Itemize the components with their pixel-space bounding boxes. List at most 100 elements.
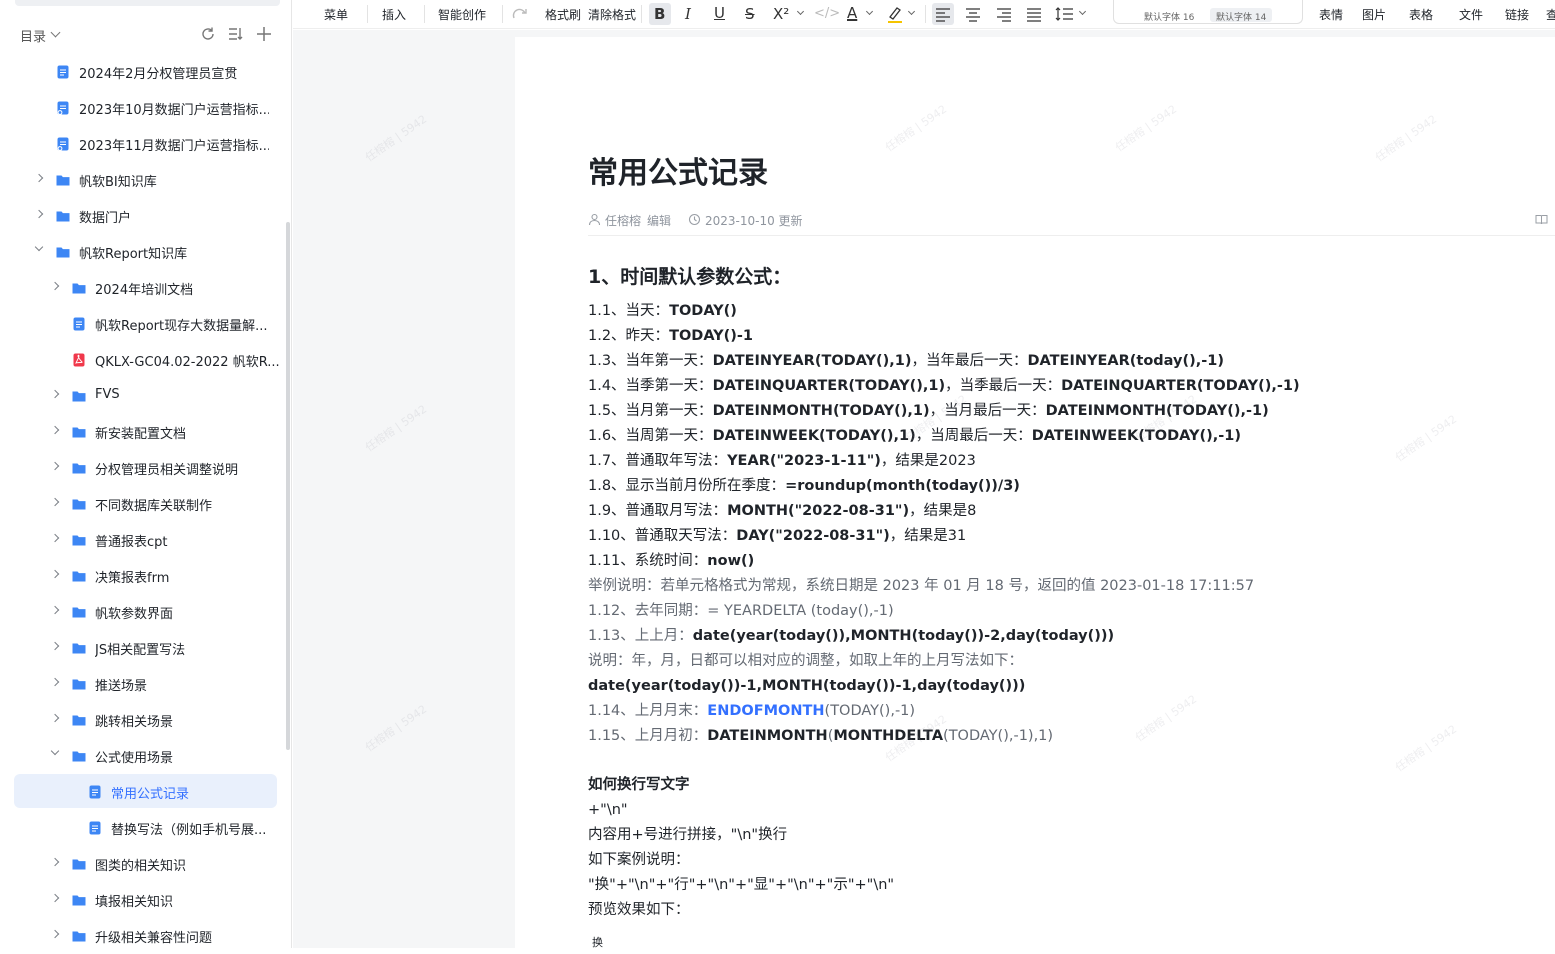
page-title[interactable]: 常用公式记录: [588, 148, 768, 192]
toc-title[interactable]: 目录: [20, 26, 46, 45]
emoji-button[interactable]: 表情: [1319, 6, 1343, 23]
table-button[interactable]: 表格: [1409, 6, 1433, 23]
tree-item[interactable]: 数据门户: [14, 198, 277, 232]
font-style-option-2[interactable]: 默认字体 14: [1210, 8, 1273, 23]
section-heading[interactable]: 1、时间默认参数公式：: [588, 262, 791, 289]
tree-item[interactable]: 2023年10月数据门户运营指标...: [14, 90, 277, 124]
tree-item[interactable]: 公式使用场景: [14, 738, 277, 772]
chevron-right-icon[interactable]: [50, 389, 60, 399]
chevron-down-icon[interactable]: [50, 27, 61, 38]
explanation-note[interactable]: 说明：年，月，日都可以相对应的调整，如取上年的上月写法如下：: [588, 650, 1023, 672]
chevron-right-icon[interactable]: [50, 713, 60, 723]
bold-button[interactable]: B: [649, 3, 671, 25]
tree-item[interactable]: 升级相关兼容性问题: [14, 918, 277, 948]
highlight-icon[interactable]: [884, 3, 906, 25]
formula-line[interactable]: 1.2、昨天：TODAY()-1: [588, 325, 753, 347]
tree-item[interactable]: 新安装配置文档: [14, 414, 277, 448]
ai-create-button[interactable]: 智能创作: [438, 6, 486, 23]
chevron-down-icon[interactable]: [907, 7, 916, 16]
chevron-right-icon[interactable]: [50, 605, 60, 615]
chevron-right-icon[interactable]: [50, 533, 60, 543]
insert-button[interactable]: 插入: [382, 6, 406, 23]
paragraph[interactable]: 预览效果如下：: [588, 899, 690, 921]
tree-item[interactable]: 帆软参数界面: [14, 594, 277, 628]
tree-item[interactable]: QKLX-GC04.02-2022 帆软R...: [14, 342, 280, 376]
tree-item[interactable]: 2023年11月数据门户运营指标...: [14, 126, 277, 160]
example-note[interactable]: 举例说明：若单元格格式为常规，系统日期是 2023 年 01 月 18 号，返回…: [588, 575, 1254, 597]
formula-line[interactable]: 1.12、去年同期：= YEARDELTA (today(),-1): [588, 600, 894, 622]
align-center-icon[interactable]: [962, 3, 984, 25]
formula-line[interactable]: 1.5、当月第一天：DATEINMONTH(TODAY(),1)，当月最后一天：…: [588, 400, 1269, 422]
paragraph[interactable]: +"\n": [588, 799, 628, 821]
formula-line[interactable]: 1.11、系统时间：now(): [588, 550, 754, 572]
italic-button[interactable]: I: [679, 3, 701, 25]
more-toolbar-button[interactable]: 查: [1546, 6, 1555, 23]
formula-line[interactable]: 1.13、上上月：date(year(today()),MONTH(today(…: [588, 625, 1114, 647]
code-button[interactable]: </>: [812, 3, 840, 25]
chevron-down-icon[interactable]: [865, 7, 874, 16]
menu-button[interactable]: 菜单: [324, 6, 348, 23]
tree-item[interactable]: 帆软Report现存大数据量解...: [14, 306, 277, 340]
tree-item[interactable]: 2024年培训文档: [14, 270, 277, 304]
tree-item[interactable]: 不同数据库关联制作: [14, 486, 277, 520]
strikethrough-button[interactable]: S: [740, 3, 762, 25]
chevron-right-icon[interactable]: [50, 461, 60, 471]
formula-line[interactable]: 1.9、普通取月写法：MONTH("2022-08-31")，结果是8: [588, 500, 976, 522]
line-height-icon[interactable]: [1054, 3, 1076, 25]
formula-line[interactable]: 1.8、显示当前月份所在季度：=roundup(month(today())/3…: [588, 475, 1020, 497]
format-brush-button[interactable]: 格式刷: [545, 6, 581, 23]
paragraph[interactable]: 内容用+号进行拼接，"\n"换行: [588, 824, 787, 846]
align-left-icon[interactable]: [932, 3, 954, 25]
align-justify-icon[interactable]: [1023, 3, 1045, 25]
formula-line[interactable]: 1.14、上月月末：ENDOFMONTH(TODAY(),-1): [588, 700, 915, 722]
chevron-right-icon[interactable]: [50, 425, 60, 435]
redo-icon[interactable]: [509, 3, 531, 25]
clear-format-button[interactable]: 清除格式: [588, 6, 636, 23]
add-icon[interactable]: [255, 25, 273, 43]
superscript-button[interactable]: X²: [770, 3, 792, 25]
tree-item[interactable]: 推送场景: [14, 666, 277, 700]
tree-item[interactable]: 跳转相关场景: [14, 702, 277, 736]
formula-line[interactable]: 1.1、当天：TODAY(): [588, 300, 737, 322]
file-button[interactable]: 文件: [1459, 6, 1483, 23]
tree-item[interactable]: 帆软BI知识库: [14, 162, 277, 196]
formula-link[interactable]: ENDOFMONTH: [707, 703, 824, 719]
tree-item[interactable]: 图类的相关知识: [14, 846, 277, 880]
font-color-button[interactable]: A: [842, 3, 864, 25]
chevron-right-icon[interactable]: [50, 641, 60, 651]
chevron-right-icon[interactable]: [50, 281, 60, 291]
tree-item[interactable]: 决策报表frm: [14, 558, 277, 592]
tree-item[interactable]: 普通报表cpt: [14, 522, 277, 556]
chevron-right-icon[interactable]: [34, 209, 44, 219]
link-button[interactable]: 链接: [1505, 6, 1529, 23]
tree-item[interactable]: 常用公式记录: [14, 774, 277, 808]
chevron-down-icon[interactable]: [34, 242, 44, 252]
tree-item[interactable]: 分权管理员相关调整说明: [14, 450, 277, 484]
chevron-right-icon[interactable]: [34, 173, 44, 183]
image-button[interactable]: 图片: [1362, 6, 1386, 23]
chevron-down-icon[interactable]: [1078, 7, 1087, 16]
formula-line[interactable]: 1.3、当年第一天：DATEINYEAR(TODAY(),1)，当年最后一天：D…: [588, 350, 1224, 372]
font-style-option-1[interactable]: 默认字体 16: [1138, 8, 1200, 23]
tree-item[interactable]: FVS: [14, 378, 277, 412]
paragraph[interactable]: 如下案例说明：: [588, 849, 690, 871]
author-name[interactable]: 任榕榕: [605, 212, 641, 229]
formula-line[interactable]: 1.15、上月月初：DATEINMONTH(MONTHDELTA(TODAY()…: [588, 725, 1053, 747]
chevron-right-icon[interactable]: [50, 857, 60, 867]
tree-item[interactable]: 填报相关知识: [14, 882, 277, 916]
formula-line[interactable]: date(year(today())-1,MONTH(today())-1,da…: [588, 675, 1025, 697]
formula-line[interactable]: 1.7、普通取年写法：YEAR("2023-1-11")，结果是2023: [588, 450, 976, 472]
paragraph[interactable]: "换"+"\n"+"行"+"\n"+"显"+"\n"+"示"+"\n": [588, 874, 894, 896]
subheading[interactable]: 如何换行写文字: [588, 774, 690, 796]
chevron-right-icon[interactable]: [50, 677, 60, 687]
tree-item[interactable]: 2024年2月分权管理员宣贯: [14, 54, 277, 88]
formula-line[interactable]: 1.6、当周第一天：DATEINWEEK(TODAY(),1)，当周最后一天：D…: [588, 425, 1241, 447]
chevron-right-icon[interactable]: [50, 893, 60, 903]
formula-line[interactable]: 1.4、当季第一天：DATEINQUARTER(TODAY(),1)，当季最后一…: [588, 375, 1300, 397]
sort-icon[interactable]: [227, 25, 245, 43]
chevron-down-icon[interactable]: [50, 746, 60, 756]
sidebar-scrollbar[interactable]: [286, 222, 290, 750]
tree-item[interactable]: 帆软Report知识库: [14, 234, 277, 268]
chevron-down-icon[interactable]: [796, 7, 805, 16]
tree-item[interactable]: JS相关配置写法: [14, 630, 277, 664]
